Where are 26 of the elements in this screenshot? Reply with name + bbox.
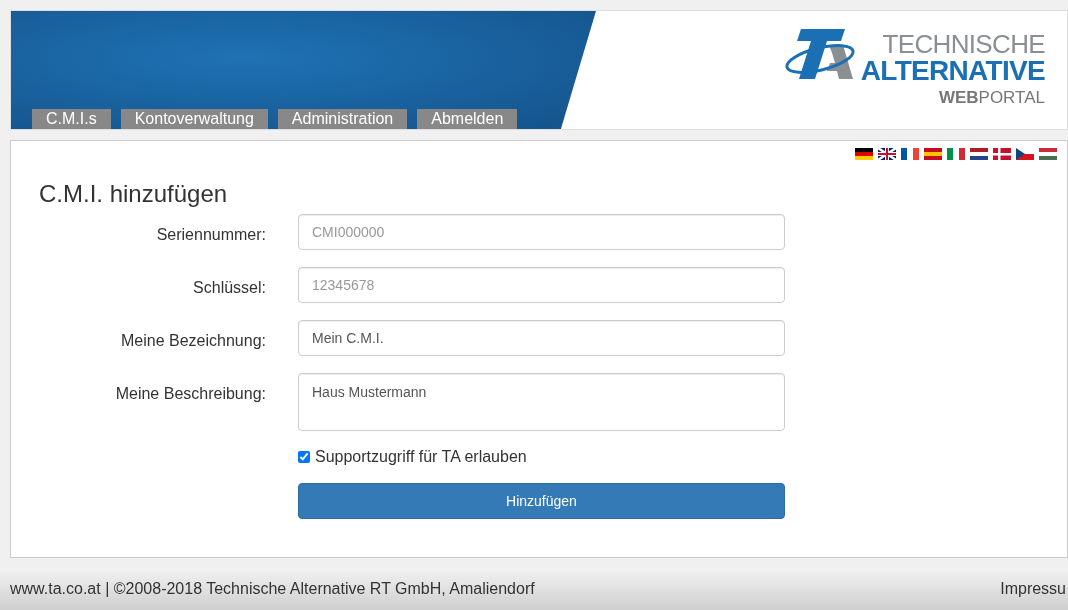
nav-tab[interactable]: Kontoverwaltung — [120, 109, 268, 129]
input-field[interactable]: Mein C.M.I. — [298, 320, 785, 356]
flag-icon[interactable] — [855, 148, 873, 160]
page-heading: C.M.I. hinzufügen — [39, 179, 228, 209]
add-button[interactable]: Hinzufügen — [298, 483, 785, 519]
logo-text: TECHNISCHE — [882, 31, 1045, 57]
field-label: Meine Beschreibung: — [114, 384, 266, 404]
flag-icon[interactable] — [970, 148, 988, 160]
flag-icon[interactable] — [878, 148, 896, 160]
nav-tab[interactable]: Administration — [277, 109, 408, 129]
field-label: Meine Bezeichnung: — [120, 331, 266, 351]
field-label: Seriennummer: — [155, 225, 266, 245]
input-field[interactable]: CMI000000 — [298, 214, 785, 250]
impressum-link[interactable]: Impressu — [1000, 577, 1066, 601]
flag-icon[interactable] — [1016, 148, 1034, 160]
checkbox-label: Supportzugriff für TA erlauben — [315, 447, 527, 467]
flag-icon[interactable] — [901, 148, 919, 160]
field-label: Schlüssel: — [192, 278, 266, 298]
nav-tab[interactable]: C.M.I.s — [32, 109, 111, 129]
description-field[interactable]: Haus Mustermann — [298, 373, 785, 431]
logo-text: WEBPORTAL — [938, 89, 1045, 106]
copyright-text: www.ta.co.at | ©2008-2018 Technische Alternative RT GmbH, Amaliendorf — [10, 579, 535, 599]
nav-tab[interactable]: Abmelden — [417, 109, 518, 129]
input-field[interactable]: 12345678 — [298, 267, 785, 303]
logo-text: ALTERNATIVE — [860, 57, 1045, 85]
support-checkbox[interactable] — [298, 451, 310, 463]
